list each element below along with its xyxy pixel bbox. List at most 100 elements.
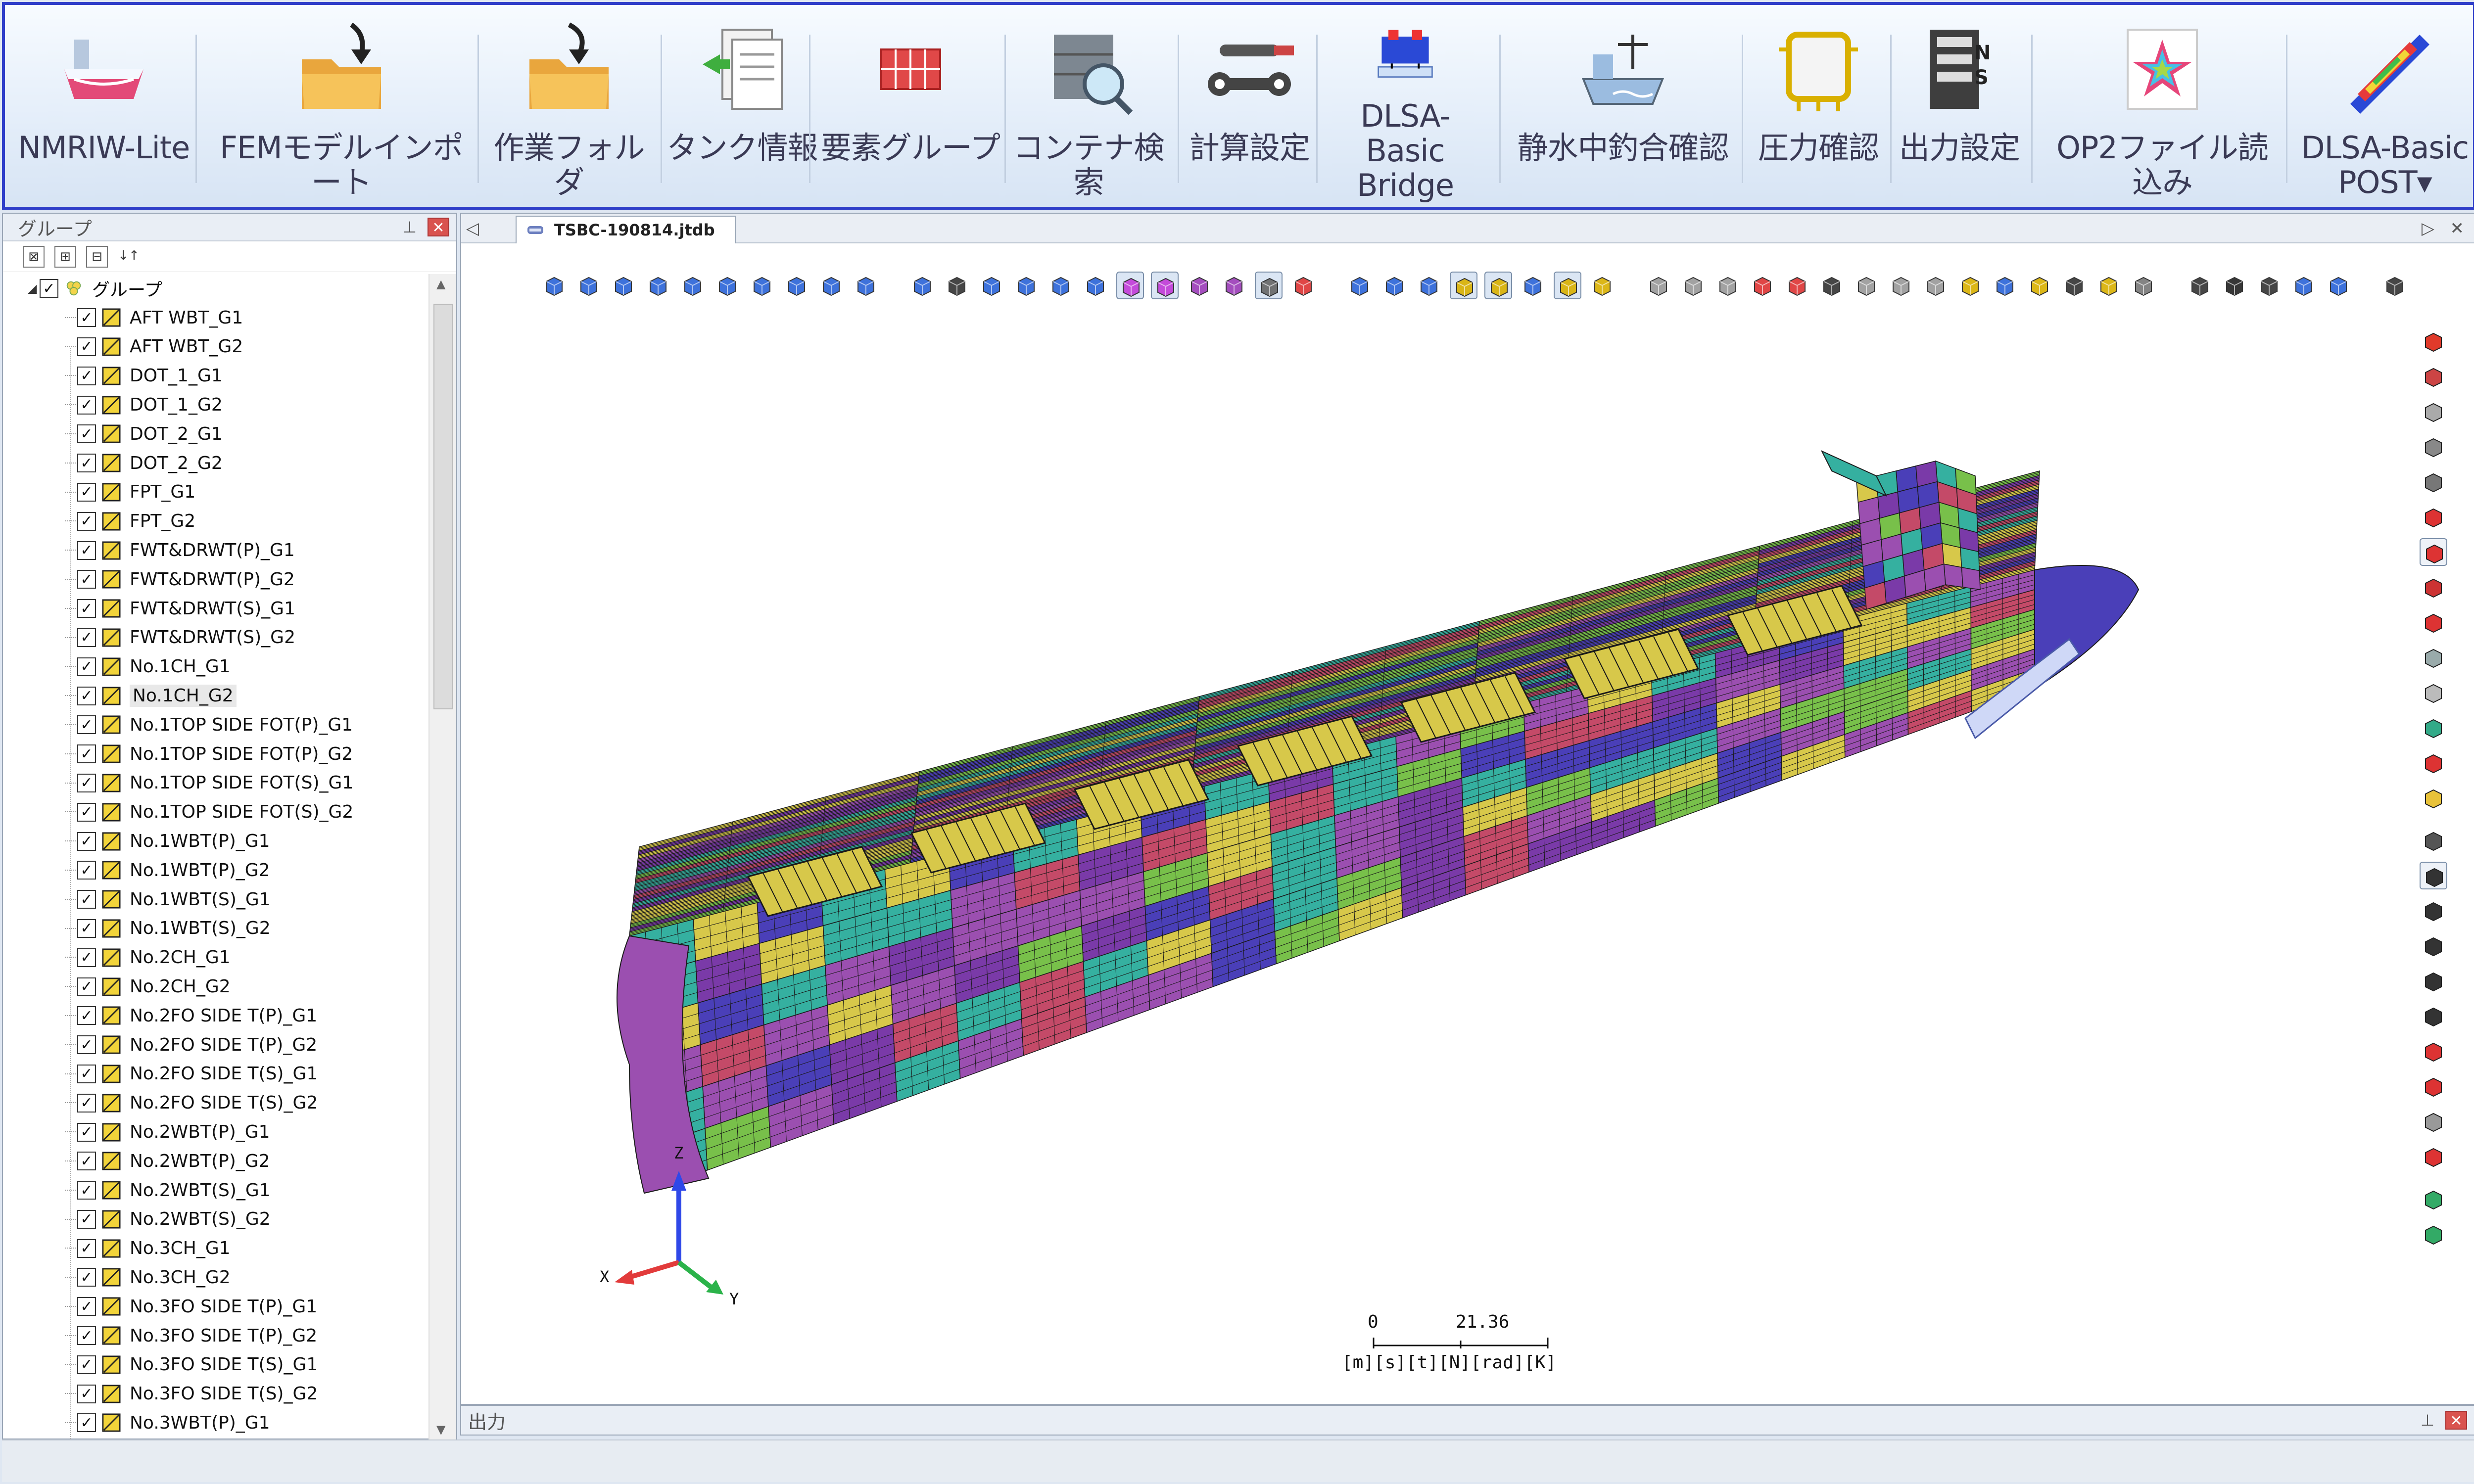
item-checkbox[interactable]: ✓ <box>77 1122 96 1142</box>
tree-item[interactable]: ✓ DOT_1_G1 <box>3 361 428 390</box>
item-checkbox[interactable]: ✓ <box>77 919 96 938</box>
fem-ship-model[interactable] <box>610 441 2193 1213</box>
ribbon-button[interactable]: OP2ファイル読込み <box>2044 15 2281 203</box>
tree-item[interactable]: ✓ No.1WBT(P)_G1 <box>3 827 428 856</box>
ribbon-button[interactable]: 要素グループ <box>814 15 1007 203</box>
rect-fill-icon[interactable] <box>2420 608 2447 636</box>
item-checkbox[interactable]: ✓ <box>77 541 96 560</box>
tree-item[interactable]: ✓ AFT WBT_G1 <box>3 303 428 332</box>
nd-icon[interactable] <box>2381 272 2409 299</box>
item-checkbox[interactable]: ✓ <box>77 1384 96 1403</box>
tree-item[interactable]: ✓ DOT_2_G2 <box>3 449 428 478</box>
blue-cube-icon[interactable] <box>1991 272 2019 299</box>
item-checkbox[interactable]: ✓ <box>77 1355 96 1374</box>
item-checkbox[interactable]: ✓ <box>77 482 96 502</box>
wireframe-icon[interactable] <box>1220 272 1248 299</box>
view-iso2-icon[interactable] <box>783 272 810 299</box>
ribbon-button[interactable]: DLSA-Basic POST▾ <box>2291 15 2474 203</box>
view-iso1-icon[interactable] <box>748 272 776 299</box>
ribbon-button[interactable]: 静水中釣合確認 <box>1509 15 1737 203</box>
mesh-icon[interactable] <box>1346 272 1374 299</box>
item-checkbox[interactable]: ✓ <box>77 686 96 705</box>
tree-item[interactable]: ✓ No.3FO SIDE T(S)_G1 <box>3 1350 428 1379</box>
scroll-down-icon[interactable]: ▼ <box>436 1423 445 1437</box>
part-2-icon[interactable] <box>1887 272 1915 299</box>
item-checkbox[interactable]: ✓ <box>77 1326 96 1345</box>
tree-item[interactable]: ✓ No.1TOP SIDE FOT(P)_G1 <box>3 710 428 740</box>
rect-half-icon[interactable] <box>2420 644 2447 671</box>
item-checkbox[interactable]: ✓ <box>77 1297 96 1316</box>
tree-item[interactable]: ✓ No.2FO SIDE T(S)_G1 <box>3 1060 428 1089</box>
select-box-icon[interactable] <box>2420 827 2447 854</box>
solid-icon[interactable] <box>1186 272 1213 299</box>
circle-icon[interactable] <box>2420 897 2447 925</box>
item-checkbox[interactable]: ✓ <box>77 890 96 909</box>
diagonal-icon[interactable] <box>2420 538 2447 566</box>
tree-item[interactable]: ✓ FWT&DRWT(P)_G2 <box>3 565 428 594</box>
select-all-icon[interactable]: ⊠ <box>23 245 45 268</box>
ribbon-button[interactable]: タンク情報 <box>663 15 821 203</box>
tab-scroll-right-icon[interactable]: ▷ <box>2422 219 2434 238</box>
pencil-icon[interactable] <box>2060 272 2088 299</box>
tree-item[interactable]: ✓ DOT_1_G2 <box>3 390 428 419</box>
export-icon[interactable] <box>2290 272 2318 299</box>
red-cube-small-icon[interactable] <box>2420 503 2447 531</box>
tree-item[interactable]: ✓ FWT&DRWT(P)_G1 <box>3 536 428 565</box>
close-panel-button[interactable]: ✕ <box>428 218 449 236</box>
item-checkbox[interactable]: ✓ <box>77 366 96 385</box>
expand-all-icon[interactable]: ⊞ <box>54 245 76 268</box>
scroll-up-icon[interactable]: ▲ <box>436 277 445 291</box>
measure-icon[interactable] <box>1554 272 1581 299</box>
tree-item[interactable]: ✓ No.2CH_G1 <box>3 943 428 972</box>
bracket-icon[interactable] <box>2186 272 2214 299</box>
rect-empty-icon[interactable] <box>2420 679 2447 706</box>
path-icon[interactable] <box>2420 1002 2447 1030</box>
tree-item[interactable]: ✓ AFT WBT_G2 <box>3 332 428 362</box>
view-top-icon[interactable] <box>679 272 707 299</box>
box-icon[interactable] <box>2095 272 2123 299</box>
item-checkbox[interactable]: ✓ <box>77 511 96 531</box>
tree-item[interactable]: ✓ No.1TOP SIDE FOT(P)_G2 <box>3 740 428 769</box>
label-icon[interactable] <box>1588 272 1616 299</box>
tree-item[interactable]: ✓ No.3FO SIDE T(S)_G2 <box>3 1379 428 1408</box>
tree-item[interactable]: ✓ DOT_2_G1 <box>3 419 428 449</box>
item-checkbox[interactable]: ✓ <box>77 1413 96 1433</box>
tree-item[interactable]: ✓ No.3WBT(P)_G1 <box>3 1408 428 1438</box>
pin-icon[interactable]: ⊥ <box>403 218 417 236</box>
tree-item[interactable]: ✓ No.1CH_G2 <box>3 681 428 710</box>
or-icon[interactable] <box>2255 272 2283 299</box>
pin-icon[interactable]: ⊥ <box>2421 1411 2434 1430</box>
zoom-box-icon[interactable] <box>978 272 1005 299</box>
item-checkbox[interactable]: ✓ <box>77 773 96 792</box>
zoom-fit-icon[interactable] <box>1082 272 1109 299</box>
tree-item[interactable]: ✓ No.2CH_G2 <box>3 972 428 1001</box>
shrink-icon[interactable] <box>1380 272 1408 299</box>
view-back-icon[interactable] <box>575 272 603 299</box>
rotate-icon[interactable] <box>908 272 936 299</box>
item-checkbox[interactable]: ✓ <box>77 1268 96 1287</box>
tree-item[interactable]: ✓ No.1TOP SIDE FOT(S)_G1 <box>3 769 428 798</box>
item-checkbox[interactable]: ✓ <box>77 1152 96 1171</box>
group-yellow-icon[interactable] <box>2420 784 2447 812</box>
cube-edge-icon[interactable] <box>1484 272 1512 299</box>
polygon-icon[interactable] <box>2420 932 2447 960</box>
tree-item[interactable]: ✓ No.2FO SIDE T(S)_G2 <box>3 1088 428 1117</box>
curve-icon[interactable] <box>2420 1037 2447 1065</box>
tree-item[interactable]: ✓ No.1WBT(P)_G2 <box>3 856 428 885</box>
link-icon[interactable] <box>1956 272 1984 299</box>
zoom-in-icon[interactable] <box>1012 272 1040 299</box>
tree-item[interactable]: ✓ No.2FO SIDE T(P)_G2 <box>3 1030 428 1060</box>
triangle-tree-icon[interactable] <box>2420 1220 2447 1248</box>
sort-icon[interactable]: ↓↑ <box>118 246 140 268</box>
tree-item[interactable]: ✓ FPT_G2 <box>3 507 428 536</box>
item-checkbox[interactable]: ✓ <box>77 570 96 589</box>
hidden-line-icon[interactable] <box>1255 272 1283 299</box>
ribbon-button[interactable]: 作業フォルダ <box>482 15 656 203</box>
collapse-arrow-icon[interactable]: ◢ <box>28 281 40 295</box>
close-output-button[interactable]: ✕ <box>2445 1411 2467 1430</box>
node-icon[interactable] <box>1415 272 1443 299</box>
item-checkbox[interactable]: ✓ <box>77 1181 96 1200</box>
grid-3-icon[interactable] <box>1714 272 1742 299</box>
tab-document[interactable]: TSBC-190814.jtdb <box>516 216 736 243</box>
ribbon-button[interactable]: 圧力確認 <box>1747 15 1890 203</box>
